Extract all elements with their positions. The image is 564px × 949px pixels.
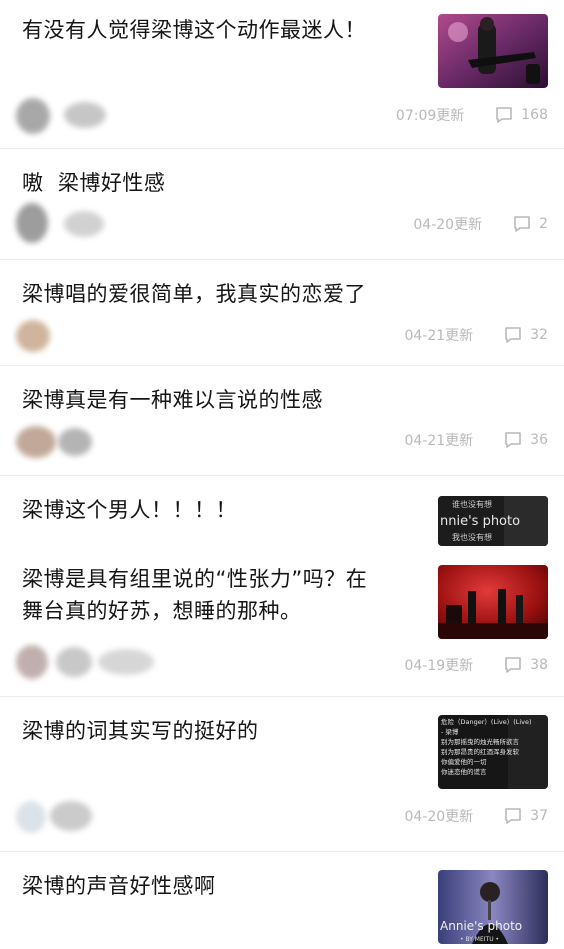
post-item[interactable]: 梁博的声音好性感啊 Annie's photo • BY MEITU • — [0, 852, 564, 949]
update-time: 04-20更新 — [413, 217, 483, 233]
post-item[interactable]: 梁博真是有一种难以言说的性感 04-21更新 36 — [0, 366, 564, 475]
post-item[interactable]: 梁博这个男人！！！！ 谁也没有想 nnie's photo 我也没有想 — [0, 476, 564, 548]
watermark-text: nnie's photo — [440, 514, 520, 529]
post-feed: 有没有人觉得梁博这个动作最迷人！ 07:09更新 168 嗷 梁博好性感 04-… — [0, 0, 564, 949]
reply-avatars — [14, 643, 174, 683]
post-title-line: 舞台真的好苏，想睡的那种。 — [22, 599, 302, 623]
avatar — [16, 645, 48, 679]
avatar — [16, 98, 50, 134]
post-item[interactable]: 嗷 梁博好性感 04-20更新 2 — [0, 149, 564, 259]
avatar — [16, 203, 48, 243]
avatar — [64, 211, 104, 237]
comment-bubble-icon — [496, 107, 513, 123]
avatar — [16, 801, 46, 833]
post-title[interactable]: 梁博的声音好性感啊 — [22, 870, 216, 902]
post-meta: 04-20更新 37 — [404, 804, 548, 828]
reply-avatars — [14, 203, 114, 243]
thumb-caption: 我也没有想 — [452, 532, 492, 542]
post-title[interactable]: 嗷 梁博好性感 — [22, 167, 165, 199]
post-title[interactable]: 有没有人觉得梁博这个动作最迷人！ — [22, 14, 366, 46]
update-time: 04-20更新 — [404, 809, 474, 825]
comment-count: 168 — [521, 107, 548, 123]
post-title-line: 梁博是具有组里说的“性张力”吗？在 — [22, 567, 368, 591]
lyrics-line: 别为那昂贵的红酒浑身发软 — [441, 747, 520, 756]
post-thumbnail[interactable]: 谁也没有想 nnie's photo 我也没有想 — [438, 496, 548, 546]
watermark-text: • BY MEITU • — [460, 936, 499, 943]
post-thumbnail[interactable]: 危险（Danger）(Live）(Live) - 梁博 别为那摇曳的烛光畅所欲言… — [438, 715, 548, 789]
comment-count: 36 — [530, 432, 548, 448]
post-meta: 04-19更新 38 — [404, 653, 548, 677]
comment-bubble-icon — [505, 327, 521, 343]
comment-bubble-icon — [505, 808, 521, 824]
watermark-text: Annie's photo — [440, 919, 522, 933]
thumb-caption: 谁也没有想 — [452, 499, 492, 509]
comment-count: 2 — [539, 216, 548, 232]
avatar — [56, 647, 92, 677]
post-thumbnail[interactable] — [438, 565, 548, 639]
post-thumbnail[interactable] — [438, 14, 548, 88]
lyrics-line: 你迷恋他的谎言 — [441, 767, 487, 776]
avatar — [64, 102, 106, 128]
reply-avatars — [14, 96, 114, 136]
post-meta: 04-21更新 36 — [404, 428, 548, 452]
avatar — [98, 649, 154, 675]
update-time: 04-21更新 — [404, 433, 474, 449]
update-time: 04-21更新 — [404, 328, 474, 344]
post-meta: 04-20更新 2 — [413, 212, 548, 236]
lyrics-line: - 梁博 — [441, 727, 459, 736]
post-title[interactable]: 梁博是具有组里说的“性张力”吗？在 舞台真的好苏，想睡的那种。 — [22, 563, 367, 627]
lyrics-line: 危险（Danger）(Live）(Live) — [441, 717, 532, 726]
post-title[interactable]: 梁博这个男人！！！！ — [22, 494, 237, 526]
post-thumbnail[interactable]: Annie's photo • BY MEITU • — [438, 870, 548, 944]
reply-avatars — [14, 797, 114, 837]
reply-avatars — [14, 422, 114, 462]
comment-count: 37 — [530, 808, 548, 824]
post-meta: 04-21更新 32 — [404, 323, 548, 347]
comment-bubble-icon — [505, 432, 521, 448]
comment-count: 38 — [530, 657, 548, 673]
update-time: 04-19更新 — [404, 658, 474, 674]
comment-count: 32 — [530, 327, 548, 343]
avatar — [50, 801, 92, 831]
lyrics-line: 别为那摇曳的烛光畅所欲言 — [441, 737, 520, 746]
avatar — [16, 426, 56, 458]
post-item[interactable]: 梁博唱的爱很简单，我真实的恋爱了 04-21更新 32 — [0, 260, 564, 365]
avatar — [58, 428, 92, 456]
comment-bubble-icon — [505, 657, 521, 673]
post-item[interactable]: 梁博是具有组里说的“性张力”吗？在 舞台真的好苏，想睡的那种。 04-19更新 … — [0, 548, 564, 696]
reply-avatars — [14, 318, 114, 358]
post-title[interactable]: 梁博的词其实写的挺好的 — [22, 715, 259, 747]
post-meta: 07:09更新 168 — [396, 103, 548, 127]
post-item[interactable]: 梁博的词其实写的挺好的 危险（Danger）(Live）(Live) - 梁博 … — [0, 697, 564, 851]
lyrics-line: 你偏爱他的一切 — [441, 757, 487, 766]
avatar — [16, 320, 50, 352]
post-title[interactable]: 梁博真是有一种难以言说的性感 — [22, 384, 323, 416]
comment-bubble-icon — [514, 216, 530, 232]
update-time: 07:09更新 — [395, 108, 465, 124]
post-title[interactable]: 梁博唱的爱很简单，我真实的恋爱了 — [22, 278, 366, 310]
post-item[interactable]: 有没有人觉得梁博这个动作最迷人！ 07:09更新 168 — [0, 0, 564, 148]
